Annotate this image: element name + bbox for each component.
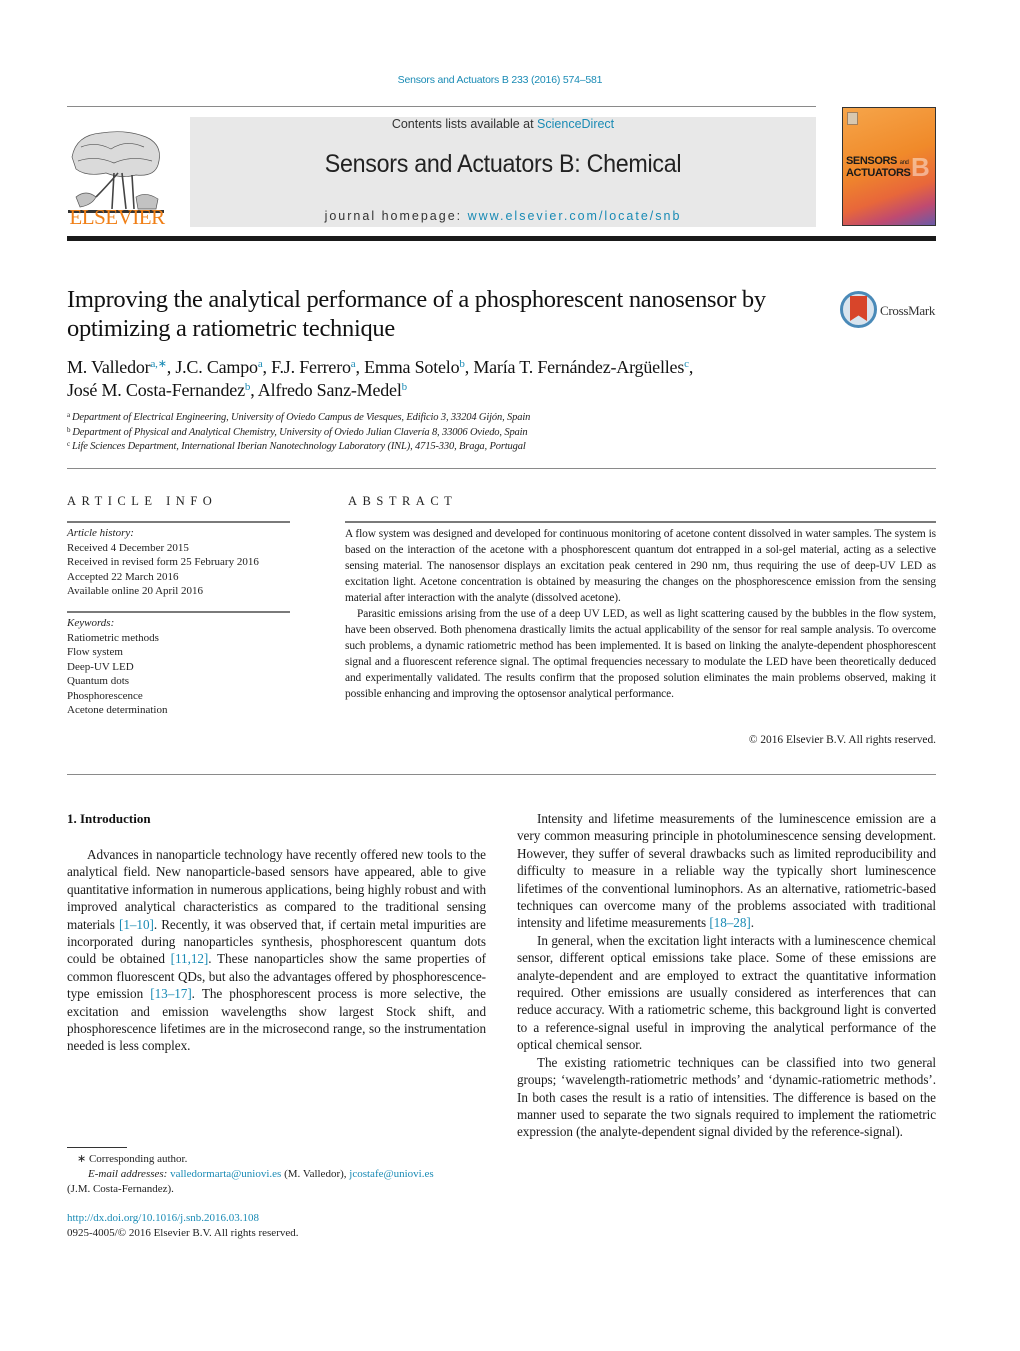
keyword-item: Flow system <box>67 646 123 658</box>
author-name: José M. Costa-Fernandez <box>67 380 245 400</box>
article-history: Article history: Received 4 December 201… <box>67 526 292 599</box>
body-rule <box>67 774 936 775</box>
abstract-heading: ABSTRACT <box>348 494 458 508</box>
email-link-valledor[interactable]: valledormarta@uniovi.es <box>170 1168 281 1180</box>
author-name: María T. Fernández-Argüelles <box>473 357 685 377</box>
body-paragraph: In general, when the excitation light in… <box>517 932 936 1054</box>
journal-cover-thumbnail[interactable]: SENSORS and ACTUATORS B <box>842 107 936 226</box>
abstract-copyright: © 2016 Elsevier B.V. All rights reserved… <box>748 734 936 746</box>
body-text: The existing ratiometric techniques can … <box>517 1054 936 1140</box>
journal-homepage-line: journal homepage: www.elsevier.com/locat… <box>190 209 816 223</box>
abstract-paragraph: A flow system was designed and developed… <box>345 528 936 604</box>
journal-title: Sensors and Actuators B: Chemical <box>324 150 682 178</box>
footnote: ∗ Corresponding author. E-mail addresses… <box>67 1152 497 1197</box>
author-list: M. Valledora,∗, J.C. Campoa, F.J. Ferrer… <box>67 356 867 402</box>
body-paragraph: The existing ratiometric techniques can … <box>517 1054 936 1141</box>
author-separator: , <box>250 380 258 400</box>
contents-prefix: Contents lists available at <box>391 117 538 131</box>
keyword-item: Acetone determination <box>67 704 168 716</box>
citation-reference-link[interactable]: [18–28] <box>709 915 750 930</box>
affiliation-text: Department of Electrical Engineering, Un… <box>71 412 531 423</box>
email-line: E-mail addresses: valledormarta@uniovi.e… <box>67 1167 497 1182</box>
author-name: J.C. Campo <box>175 357 258 377</box>
body-text: In general, when the excitation light in… <box>517 932 936 1053</box>
citation-reference-link[interactable]: [13–17] <box>150 986 191 1001</box>
citation-reference-link[interactable]: [1–10] <box>119 917 154 932</box>
author-name: F.J. Ferrero <box>271 357 351 377</box>
body-paragraph: Advances in nanoparticle technology have… <box>67 846 486 1055</box>
author-separator: , <box>262 357 272 377</box>
cover-title-line2: ACTUATORS <box>846 167 911 179</box>
cover-word-sensors: SENSORS <box>846 155 897 167</box>
history-item: Accepted 22 March 2016 <box>67 570 179 583</box>
keyword-item: Deep-UV LED <box>67 660 134 673</box>
journal-homepage-link[interactable]: www.elsevier.com/locate/snb <box>468 209 682 223</box>
homepage-prefix: journal homepage: <box>324 209 468 223</box>
abstract-rule <box>345 521 936 523</box>
keywords-rule <box>67 611 290 613</box>
body-column-left: Advances in nanoparticle technology have… <box>67 846 486 1055</box>
contents-line: Contents lists available at ScienceDirec… <box>190 117 816 131</box>
corresponding-marker: ∗ <box>77 1153 87 1165</box>
crossmark-label: CrossMark <box>880 303 936 318</box>
header-thick-rule <box>67 236 936 241</box>
keyword-item: Quantum dots <box>67 675 130 687</box>
affiliation-marker-link[interactable]: b <box>402 381 408 393</box>
body-paragraph: Intensity and lifetime measurements of t… <box>517 810 936 932</box>
affiliation-list: a Department of Electrical Engineering, U… <box>67 411 867 455</box>
body-text: Intensity and lifetime measurements of t… <box>517 811 936 931</box>
cover-publisher-badge-icon <box>847 112 858 125</box>
header-rule <box>67 106 816 107</box>
author-separator: , <box>688 357 694 377</box>
author-separator: , <box>355 357 365 377</box>
author-name: Emma Sotelo <box>364 357 460 377</box>
body-column-right: Intensity and lifetime measurements of t… <box>517 810 936 1141</box>
elsevier-wordmark: ELSEVIER <box>69 205 165 229</box>
cover-letter: B <box>911 152 930 182</box>
affiliation-key: b <box>67 425 71 434</box>
doi-link[interactable]: http://dx.doi.org/10.1016/j.snb.2016.03.… <box>67 1212 259 1224</box>
section-heading-introduction: 1. Introduction <box>67 811 151 826</box>
keywords-label: Keywords: <box>67 617 115 629</box>
affiliation-item: b Department of Physical and Analytical C… <box>67 426 867 441</box>
sciencedirect-link[interactable]: ScienceDirect <box>537 117 614 131</box>
affiliation-marker-link[interactable]: a,∗ <box>150 358 166 370</box>
author-name: Alfredo Sanz-Medel <box>257 380 402 400</box>
keyword-item: Ratiometric methods <box>67 631 159 644</box>
footnote-rule <box>67 1147 127 1148</box>
cover-title-line1: SENSORS and <box>846 155 909 167</box>
article-info-heading: ARTICLE INFO <box>67 494 218 508</box>
affiliation-text: Life Sciences Department, International … <box>71 441 526 452</box>
article-title: Improving the analytical performance of … <box>67 286 766 342</box>
crossmark-button[interactable]: CrossMark <box>840 291 940 329</box>
affiliation-item: a Department of Electrical Engineering, U… <box>67 411 867 426</box>
title-block-rule <box>67 468 936 469</box>
citation-reference-link[interactable]: [11,12] <box>171 951 209 966</box>
keyword-item: Phosphorescence <box>67 689 143 702</box>
author-name: M. Valledor <box>67 357 151 377</box>
affiliation-text: Department of Physical and Analytical Ch… <box>72 426 528 438</box>
history-item: Received in revised form 25 February 201… <box>67 556 259 568</box>
email-owner: (M. Valledor), <box>281 1168 350 1180</box>
corresponding-author-note: ∗ Corresponding author. <box>67 1152 497 1167</box>
journal-citation-link[interactable]: Sensors and Actuators B 233 (2016) 574–5… <box>0 74 1000 86</box>
body-text: . <box>750 915 754 931</box>
article-info-rule <box>67 521 290 523</box>
cover-word-and: and <box>899 160 909 166</box>
abstract-body: A flow system was designed and developed… <box>345 526 936 702</box>
abstract-paragraph: Parasitic emissions arising from the use… <box>345 608 936 700</box>
email-label: E-mail addresses: <box>88 1168 168 1180</box>
affiliation-key: a <box>67 411 70 419</box>
affiliation-key: c <box>67 440 70 448</box>
issn-line: 0925-4005/© 2016 Elsevier B.V. All right… <box>67 1227 299 1239</box>
email-link-costafe[interactable]: jcostafe@uniovi.es <box>349 1168 433 1180</box>
history-label: Article history: <box>67 527 134 539</box>
history-item: Received 4 December 2015 <box>67 541 189 554</box>
history-item: Available online 20 April 2016 <box>67 585 204 597</box>
affiliation-item: c Life Sciences Department, International… <box>67 440 867 455</box>
keywords: Keywords: Ratiometric methods Flow syste… <box>67 616 292 718</box>
corresponding-text: Corresponding author. <box>88 1153 188 1165</box>
doi-block: http://dx.doi.org/10.1016/j.snb.2016.03.… <box>67 1211 497 1241</box>
email-owner: (J.M. Costa-Fernandez). <box>67 1183 174 1195</box>
